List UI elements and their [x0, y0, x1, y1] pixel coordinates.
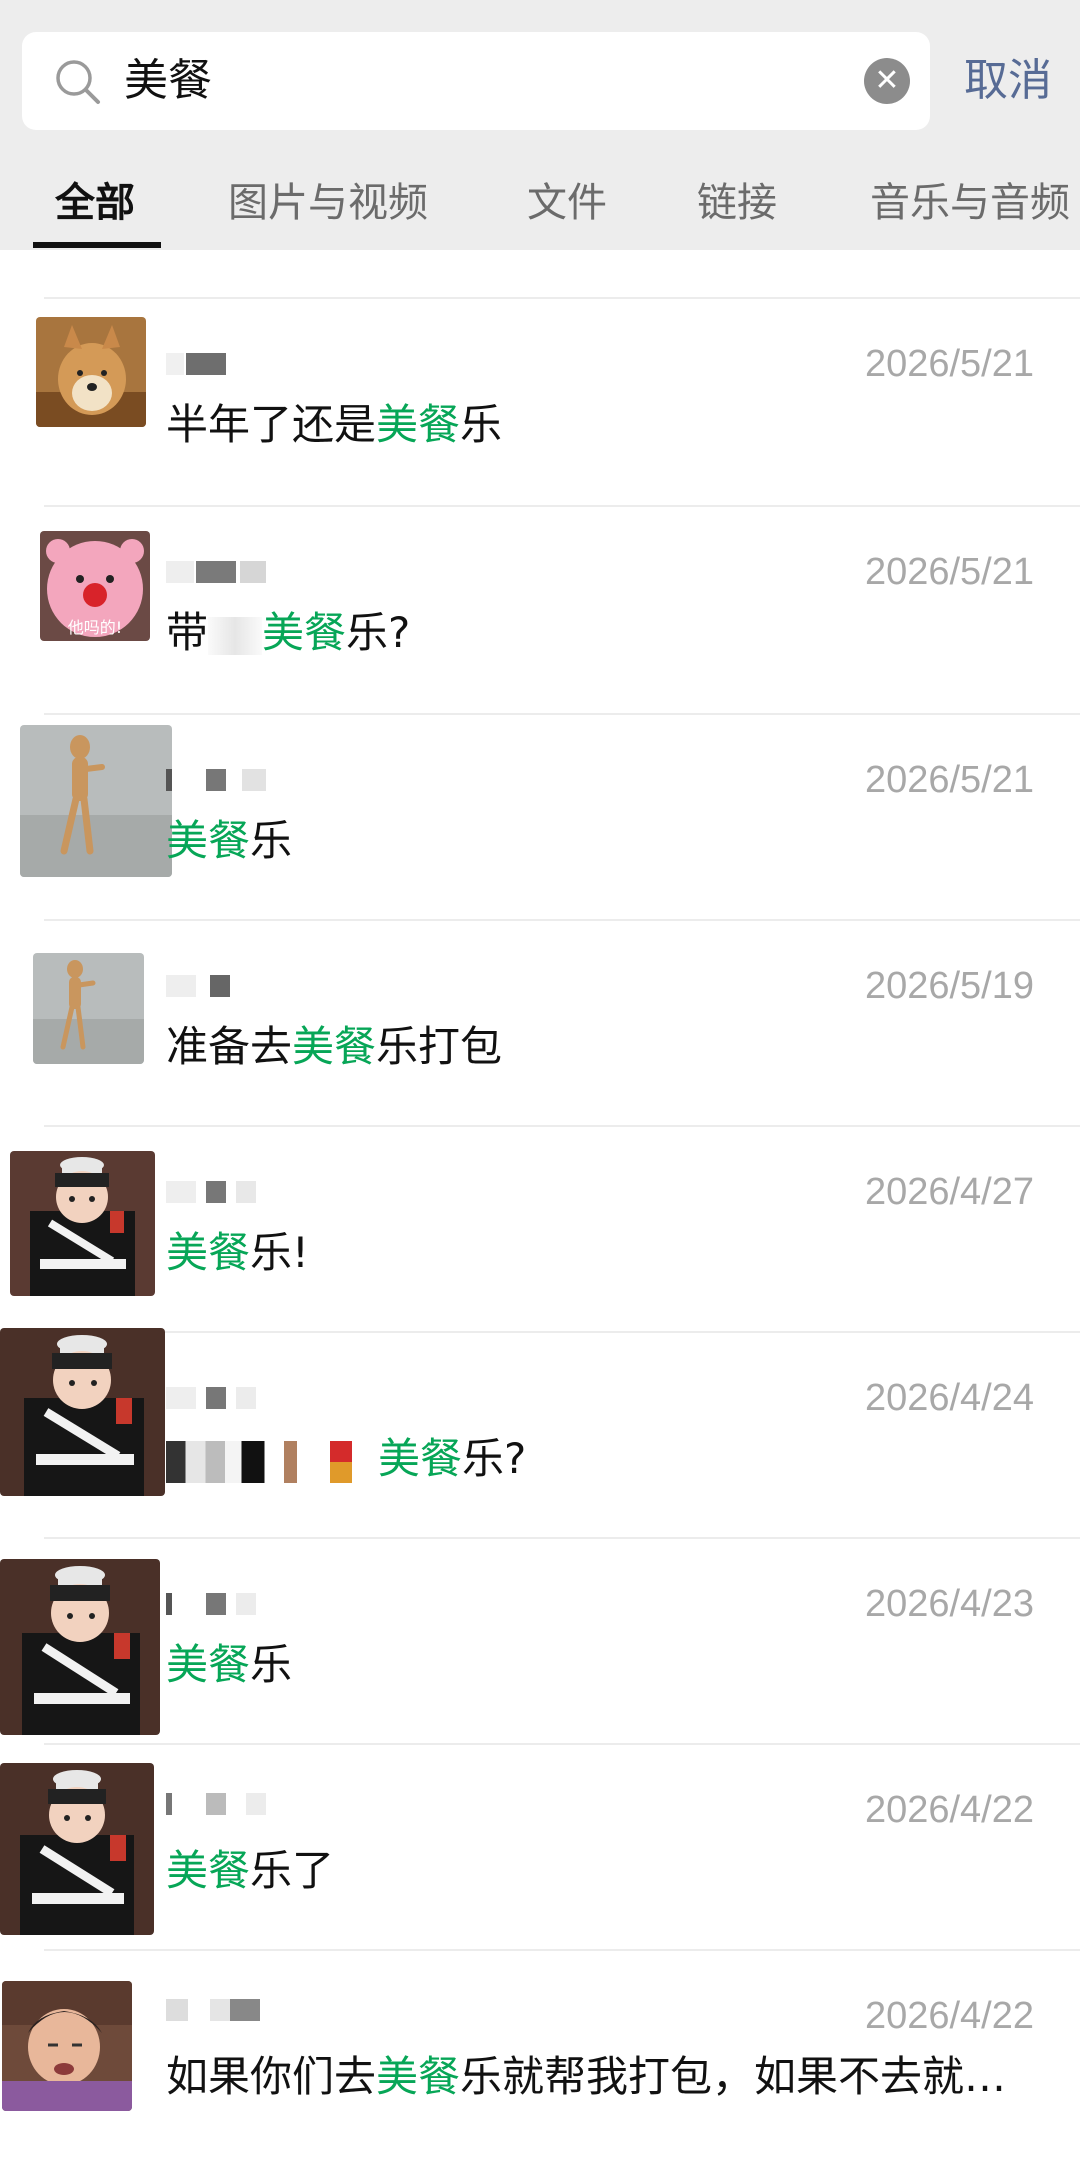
- message-date: 2026/4/22: [864, 1995, 1034, 2037]
- tab-files[interactable]: 文件: [527, 170, 607, 228]
- search-highlight: 美餐: [262, 608, 347, 657]
- list-item[interactable]: 2026/4/27 美餐乐!: [0, 1127, 1080, 1333]
- message-snippet: 半年了还是美餐乐: [166, 400, 503, 449]
- message-date: 2026/5/19: [864, 965, 1034, 1007]
- message-snippet: 美餐乐了: [166, 1846, 335, 1895]
- redacted-emoji: [330, 1441, 352, 1483]
- message-snippet: 美餐乐: [166, 1640, 293, 1689]
- search-query[interactable]: 美餐: [124, 32, 212, 130]
- list-item[interactable]: 2026/4/23 美餐乐: [0, 1539, 1080, 1745]
- message-snippet: 美餐乐?: [166, 1425, 526, 1486]
- tab-photos-videos[interactable]: 图片与视频: [228, 170, 428, 228]
- message-date: 2026/4/24: [864, 1377, 1034, 1419]
- avatar: [0, 1763, 154, 1935]
- message-date: 2026/5/21: [864, 759, 1034, 801]
- message-snippet: 美餐乐!: [166, 1228, 309, 1277]
- avatar: [0, 1328, 165, 1496]
- avatar: 他吗的!: [40, 531, 150, 641]
- message-date: 2026/5/21: [864, 343, 1034, 385]
- avatar-caption: 他吗的!: [68, 618, 122, 637]
- message-snippet: 带美餐乐?: [166, 608, 411, 657]
- message-date: 2026/4/27: [864, 1171, 1034, 1213]
- search-highlight: 美餐: [166, 1228, 251, 1277]
- sender-name-blurred: [166, 1387, 256, 1409]
- sender-name-blurred: [166, 561, 286, 583]
- search-highlight: 美餐: [376, 2052, 461, 2101]
- tab-links[interactable]: 链接: [697, 170, 777, 228]
- cancel-button[interactable]: 取消: [964, 32, 1052, 130]
- list-item[interactable]: 2026/4/24 美餐乐?: [0, 1328, 1080, 1539]
- avatar: [0, 1559, 160, 1735]
- tab-active-indicator: [33, 242, 161, 248]
- message-snippet: 如果你们去美餐乐就帮我打包，如果不去就…: [166, 2052, 1007, 2101]
- sender-name-blurred: [166, 1181, 256, 1203]
- search-icon: [56, 60, 100, 104]
- sender-name-blurred: [166, 1999, 266, 2021]
- search-highlight: 美餐: [376, 400, 461, 449]
- list-item[interactable]: 2026/5/21 半年了还是美餐乐: [0, 299, 1080, 505]
- search-input[interactable]: 美餐 ✕: [22, 32, 930, 130]
- search-highlight: 美餐: [166, 1640, 251, 1689]
- sender-name-blurred: [166, 1793, 266, 1815]
- list-item[interactable]: 2026/5/21 美餐乐: [0, 715, 1080, 921]
- list-item[interactable]: 2026/4/22 美餐乐了: [0, 1745, 1080, 1951]
- avatar: [36, 317, 146, 427]
- list-item[interactable]: 他吗的! 2026/5/21 带美餐乐?: [0, 507, 1080, 713]
- avatar: [33, 953, 144, 1064]
- sender-name-blurred: [166, 975, 236, 997]
- clear-icon[interactable]: ✕: [864, 58, 910, 104]
- message-date: 2026/4/23: [864, 1583, 1034, 1625]
- tab-all[interactable]: 全部: [55, 170, 135, 228]
- redacted-block: [166, 1441, 330, 1483]
- message-snippet: 准备去美餐乐打包: [166, 1022, 503, 1071]
- tab-music-audio[interactable]: 音乐与音频: [870, 170, 1070, 228]
- sender-name-blurred: [166, 769, 266, 791]
- search-header: 美餐 ✕ 取消 全部 图片与视频 文件 链接 音乐与音频: [0, 0, 1080, 250]
- avatar: [20, 725, 172, 877]
- message-snippet: 美餐乐: [166, 816, 293, 865]
- search-highlight: 美餐: [166, 1846, 251, 1895]
- message-date: 2026/5/21: [864, 551, 1034, 593]
- sender-name-blurred: [166, 1593, 256, 1615]
- search-highlight: 美餐: [378, 1434, 463, 1483]
- message-date: 2026/4/22: [864, 1789, 1034, 1831]
- avatar: [10, 1151, 155, 1296]
- sender-name-blurred: [166, 353, 226, 375]
- search-highlight: 美餐: [166, 816, 251, 865]
- search-highlight: 美餐: [292, 1022, 377, 1071]
- list-item[interactable]: 2026/4/22 如果你们去美餐乐就帮我打包，如果不去就…: [0, 1951, 1080, 2157]
- avatar: [2, 1981, 132, 2111]
- list-item[interactable]: 2026/5/19 准备去美餐乐打包: [0, 921, 1080, 1127]
- redacted-block: [208, 617, 263, 655]
